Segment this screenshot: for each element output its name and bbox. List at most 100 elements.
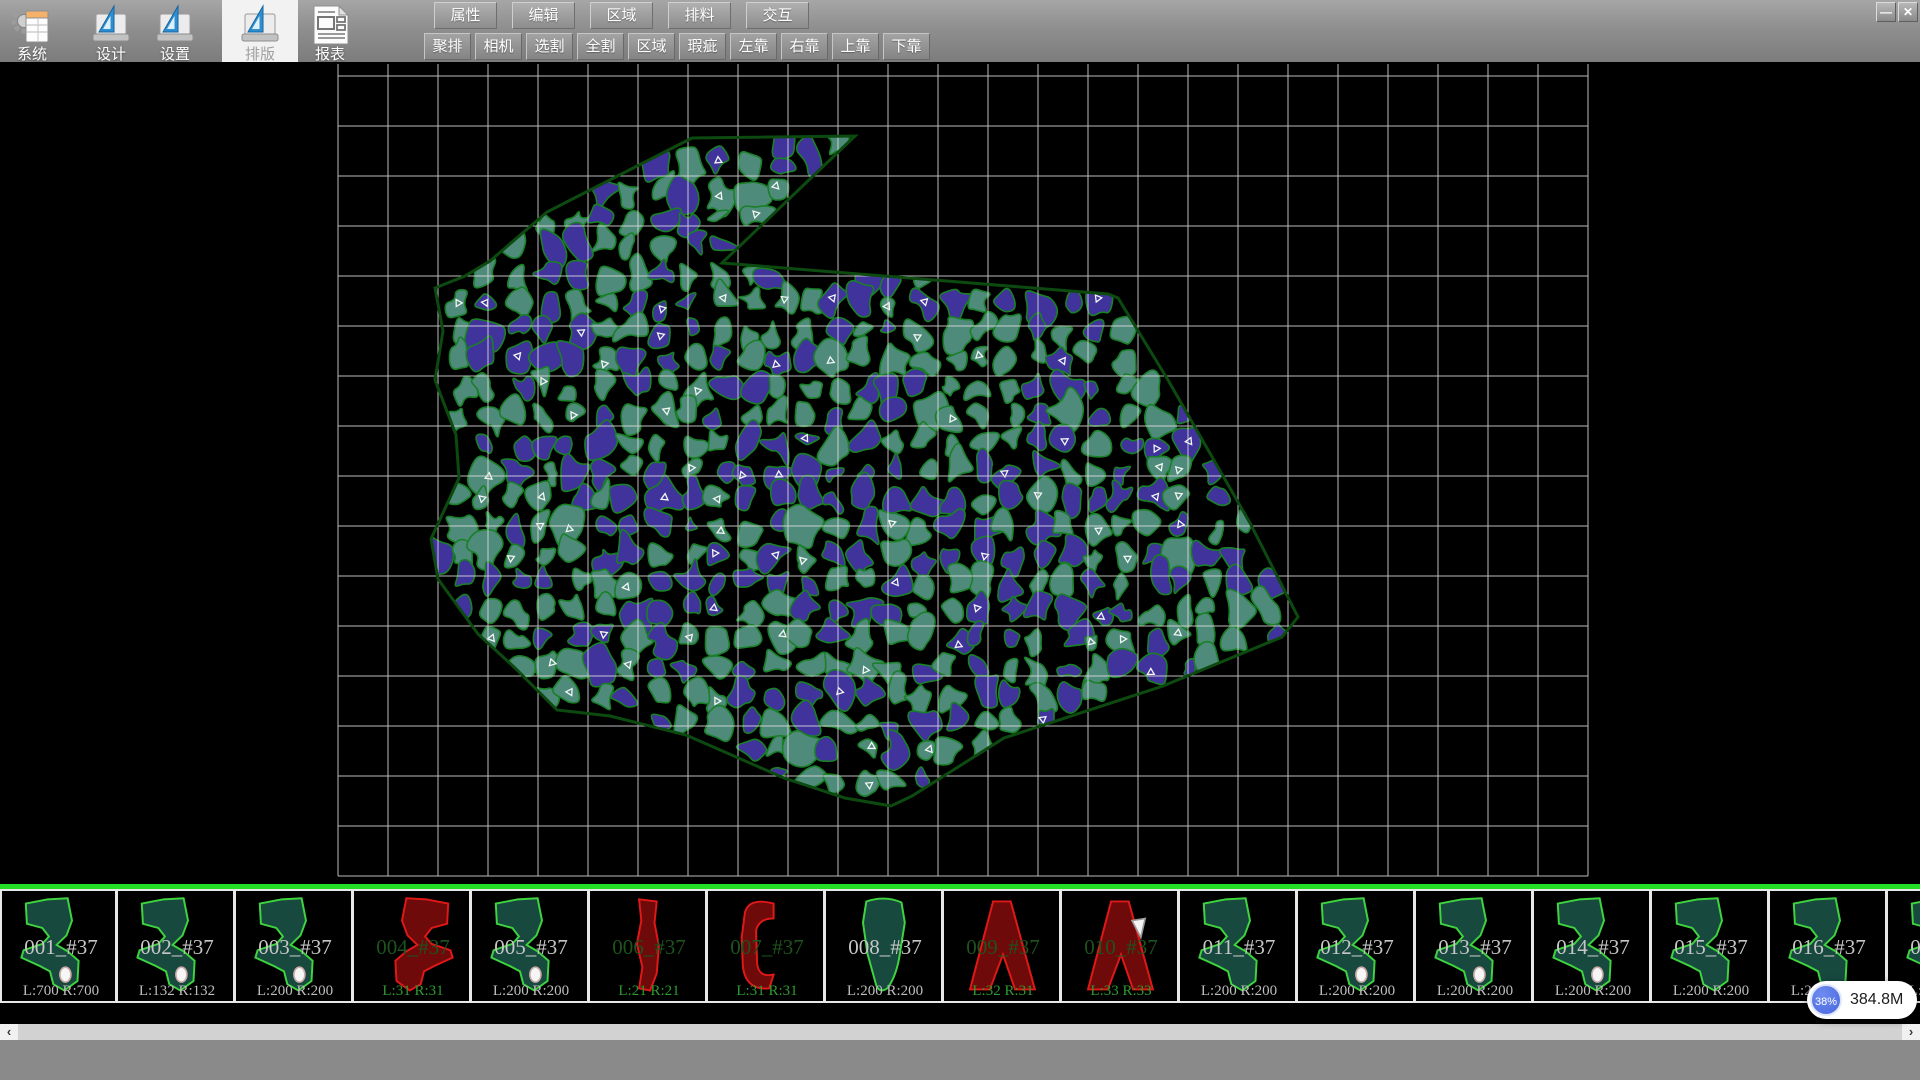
ruler-laptop-icon (89, 3, 133, 47)
part-id-label: 004_#37 (354, 935, 472, 960)
part-id-label: 007_#37 (708, 935, 826, 960)
part-thumbnail-015_#37[interactable]: 015_#37 L:200 R:200 (1652, 889, 1770, 1003)
menu-button-4[interactable]: 排料 (668, 2, 731, 29)
part-lr-count: L:200 R:200 (826, 983, 944, 1000)
ruler-laptop-icon (238, 3, 282, 47)
gear-table-icon (10, 3, 54, 47)
part-id-label: 012_#37 (1298, 935, 1416, 960)
part-id-label: 013_#37 (1416, 935, 1534, 960)
report-doc-icon (308, 3, 352, 47)
part-thumbnail-007_#37[interactable]: 007_#37 L:31 R:31 (708, 889, 826, 1003)
app-button-label: 报表 (315, 47, 345, 62)
part-thumbnail-009_#37[interactable]: 009_#37 L:32 R:31 (944, 889, 1062, 1003)
scroll-left-icon[interactable]: ‹ (0, 1024, 18, 1040)
part-thumbnail-inner: 003_#37 L:200 R:200 (236, 891, 354, 1001)
menu-button-2[interactable]: 编辑 (512, 2, 575, 29)
app-button-4[interactable]: 排版 (222, 0, 298, 62)
part-lr-count: L:200 R:200 (1298, 983, 1416, 1000)
part-thumbnail-inner: 012_#37 L:200 R:200 (1298, 891, 1416, 1001)
part-thumbnail-008_#37[interactable]: 008_#37 L:200 R:200 (826, 889, 944, 1003)
part-thumbnail-inner: 004_#37 L:31 R:31 (354, 891, 472, 1001)
part-id-label: 008_#37 (826, 935, 944, 960)
app-launcher-bar: 系统 设计 设置 排版报表 (0, 0, 362, 62)
part-thumbnail-inner: 007_#37 L:31 R:31 (708, 891, 826, 1001)
part-id-label: 011_#37 (1180, 935, 1298, 960)
app-gap (64, 0, 79, 62)
part-thumbnail-inner: 001_#37 L:700 R:700 (2, 891, 118, 1001)
part-lr-count: L:31 R:31 (708, 983, 826, 1000)
tool-button-2[interactable]: 相机 (475, 33, 522, 60)
scroll-right-icon[interactable]: › (1902, 1024, 1920, 1040)
part-id-label: 001_#37 (2, 935, 118, 960)
tool-button-1[interactable]: 聚排 (424, 33, 471, 60)
tool-button-6[interactable]: 瑕疵 (679, 33, 726, 60)
close-button[interactable]: ✕ (1898, 2, 1918, 22)
part-lr-count: L:700 R:700 (2, 983, 118, 1000)
window-controls: — ✕ (1876, 2, 1918, 22)
app-button-label: 系统 (17, 47, 47, 62)
app-button-5[interactable]: 报表 (298, 0, 362, 62)
tool-button-8[interactable]: 右靠 (781, 33, 828, 60)
part-thumbnail-inner: 014_#37 L:200 R:200 (1534, 891, 1652, 1001)
tool-button-3[interactable]: 选割 (526, 33, 573, 60)
tool-button-5[interactable]: 区域 (628, 33, 675, 60)
part-thumbnail-inner: 011_#37 L:200 R:200 (1180, 891, 1298, 1001)
part-id-label: 005_#37 (472, 935, 590, 960)
part-lr-count: L:31 R:31 (354, 983, 472, 1000)
part-id-label: 003_#37 (236, 935, 354, 960)
part-thumbnail-005_#37[interactable]: 005_#37L:200 R:200 (472, 889, 590, 1003)
app-button-1[interactable]: 系统 (0, 0, 64, 62)
menu-button-1[interactable]: 属性 (434, 2, 497, 29)
progress-badge[interactable]: 38% 384.8M (1807, 981, 1917, 1019)
strip-bottom-gap (0, 1003, 1920, 1024)
part-thumbnail-011_#37[interactable]: 011_#37 L:200 R:200 (1180, 889, 1298, 1003)
part-thumbnail-013_#37[interactable]: 013_#37L:200 R:200 (1416, 889, 1534, 1003)
tool-row: 聚排相机选割全割区域瑕疵左靠右靠上靠下靠 (424, 33, 930, 60)
part-id-label: 014_#37 (1534, 935, 1652, 960)
part-thumbnail-003_#37[interactable]: 003_#37 L:200 R:200 (236, 889, 354, 1003)
minimize-button[interactable]: — (1876, 2, 1896, 22)
progress-size-label: 384.8M (1850, 991, 1903, 1009)
part-id-label: 009_#37 (944, 935, 1062, 960)
part-thumbnail-004_#37[interactable]: 004_#37 L:31 R:31 (354, 889, 472, 1003)
tool-button-7[interactable]: 左靠 (730, 33, 777, 60)
part-thumbnail-001_#37[interactable]: 001_#37 L:700 R:700 (0, 889, 118, 1003)
horizontal-scrollbar[interactable]: ‹ › (0, 1024, 1920, 1040)
menu-button-3[interactable]: 区域 (590, 2, 653, 29)
part-lr-count: L:200 R:200 (1652, 983, 1770, 1000)
part-thumbnail-inner: 006_#37L:21 R:21 (590, 891, 708, 1001)
part-thumbnail-inner: 008_#37 L:200 R:200 (826, 891, 944, 1001)
part-thumbnail-inner: 013_#37L:200 R:200 (1416, 891, 1534, 1001)
part-lr-count: L:21 R:21 (590, 983, 708, 1000)
part-lr-count: L:32 R:31 (944, 983, 1062, 1000)
part-thumbnail-inner: 005_#37L:200 R:200 (472, 891, 590, 1001)
part-thumbnail-014_#37[interactable]: 014_#37 L:200 R:200 (1534, 889, 1652, 1003)
menu-button-5[interactable]: 交互 (746, 2, 809, 29)
part-thumbnail-inner: 009_#37 L:32 R:31 (944, 891, 1062, 1001)
app-button-2[interactable]: 设计 (79, 0, 143, 62)
part-thumbnail-002_#37[interactable]: 002_#37 L:132 R:132 (118, 889, 236, 1003)
part-lr-count: L:132 R:132 (118, 983, 236, 1000)
tool-button-4[interactable]: 全割 (577, 33, 624, 60)
part-thumbnail-012_#37[interactable]: 012_#37 L:200 R:200 (1298, 889, 1416, 1003)
app-button-3[interactable]: 设置 (143, 0, 207, 62)
status-bar (0, 1040, 1920, 1080)
part-lr-count: L:200 R:200 (1534, 983, 1652, 1000)
app-button-label: 设置 (160, 47, 190, 62)
app-gap (207, 0, 222, 62)
part-thumbnail-006_#37[interactable]: 006_#37L:21 R:21 (590, 889, 708, 1003)
app-button-label: 设计 (96, 47, 126, 62)
part-id-label: 017_#37 (1888, 935, 1920, 960)
part-thumbnail-010_#37[interactable]: 010_#37L:33 R:33 (1062, 889, 1180, 1003)
parts-strip: 001_#37L:700 R:700002_#37L:132 R:132003_… (0, 884, 1920, 1003)
part-id-label: 015_#37 (1652, 935, 1770, 960)
tool-button-10[interactable]: 下靠 (883, 33, 930, 60)
part-lr-count: L:200 R:200 (1180, 983, 1298, 1000)
part-thumbnail-inner: 002_#37 L:132 R:132 (118, 891, 236, 1001)
nesting-canvas[interactable] (0, 62, 1920, 884)
tool-button-9[interactable]: 上靠 (832, 33, 879, 60)
part-id-label: 002_#37 (118, 935, 236, 960)
part-id-label: 010_#37 (1062, 935, 1180, 960)
progress-percent-circle: 38% (1810, 984, 1842, 1016)
part-lr-count: L:200 R:200 (236, 983, 354, 1000)
